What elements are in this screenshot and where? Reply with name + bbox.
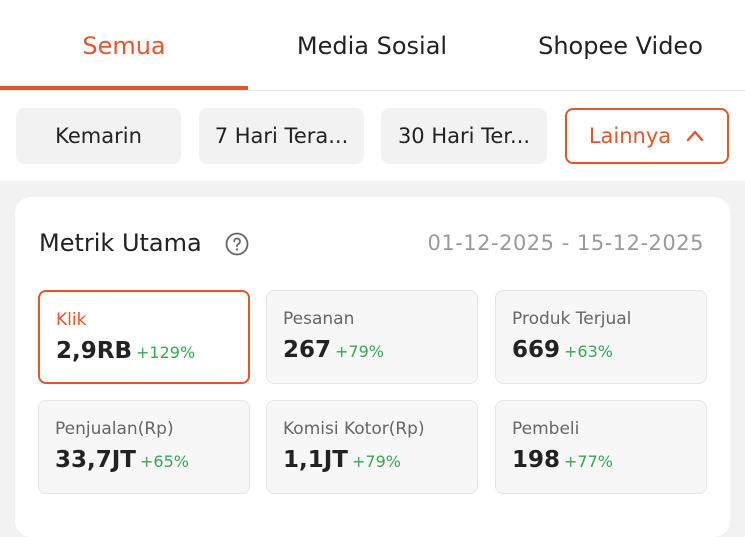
metric-label: Pembeli: [512, 419, 580, 439]
filter-label: Lainnya: [588, 124, 672, 148]
metric-change: +65%: [140, 452, 189, 471]
filter-kemarin[interactable]: Kemarin: [16, 108, 181, 164]
filter-label: Kemarin: [55, 124, 142, 148]
filter-7-hari[interactable]: 7 Hari Tera...: [199, 108, 364, 164]
filter-label: 30 Hari Ter...: [397, 124, 531, 148]
active-tab-indicator: [0, 86, 248, 90]
question-circle-icon[interactable]: [225, 232, 249, 256]
metric-change: +63%: [564, 342, 613, 361]
metric-value: 267: [283, 337, 332, 363]
metric-produk-terjual[interactable]: Produk Terjual 669 +63%: [495, 290, 707, 384]
metric-label: Komisi Kotor(Rp): [283, 419, 425, 439]
filter-lainnya[interactable]: Lainnya: [565, 108, 729, 164]
date-filter-bar: Kemarin 7 Hari Tera... 30 Hari Ter... La…: [0, 91, 745, 181]
date-range: 01-12-2025 - 15-12-2025: [427, 231, 704, 255]
metric-change: +79%: [335, 342, 384, 361]
filter-label: 7 Hari Tera...: [214, 124, 349, 148]
filter-30-hari[interactable]: 30 Hari Ter...: [381, 108, 547, 164]
metric-value: 1,1JT: [283, 447, 348, 473]
metrics-card: Metrik Utama 01-12-2025 - 15-12-2025 Kli…: [15, 197, 730, 537]
metric-change: +129%: [136, 343, 196, 362]
tab-bar: Semua Media Sosial Shopee Video: [0, 0, 745, 91]
card-title: Metrik Utama: [39, 229, 202, 257]
metric-pembeli[interactable]: Pembeli 198 +77%: [495, 400, 707, 494]
tab-semua[interactable]: Semua: [0, 0, 248, 91]
metric-komisi-kotor[interactable]: Komisi Kotor(Rp) 1,1JT +79%: [266, 400, 478, 494]
metric-label: Klik: [56, 310, 87, 330]
metric-change: +79%: [352, 452, 401, 471]
metric-klik[interactable]: Klik 2,9RB +129%: [38, 290, 250, 384]
metric-label: Penjualan(Rp): [55, 419, 174, 439]
metric-label: Pesanan: [283, 309, 355, 329]
metric-value: 33,7JT: [55, 447, 136, 473]
metric-value: 2,9RB: [56, 338, 132, 364]
tab-media-sosial[interactable]: Media Sosial: [248, 0, 496, 91]
metric-value: 669: [512, 337, 561, 363]
tab-shopee-video[interactable]: Shopee Video: [496, 0, 745, 91]
metric-label: Produk Terjual: [512, 309, 632, 329]
metric-value: 198: [512, 447, 561, 473]
metric-penjualan[interactable]: Penjualan(Rp) 33,7JT +65%: [38, 400, 250, 494]
metric-pesanan[interactable]: Pesanan 267 +79%: [266, 290, 478, 384]
chevron-up-icon: [686, 130, 704, 142]
metric-change: +77%: [564, 452, 613, 471]
